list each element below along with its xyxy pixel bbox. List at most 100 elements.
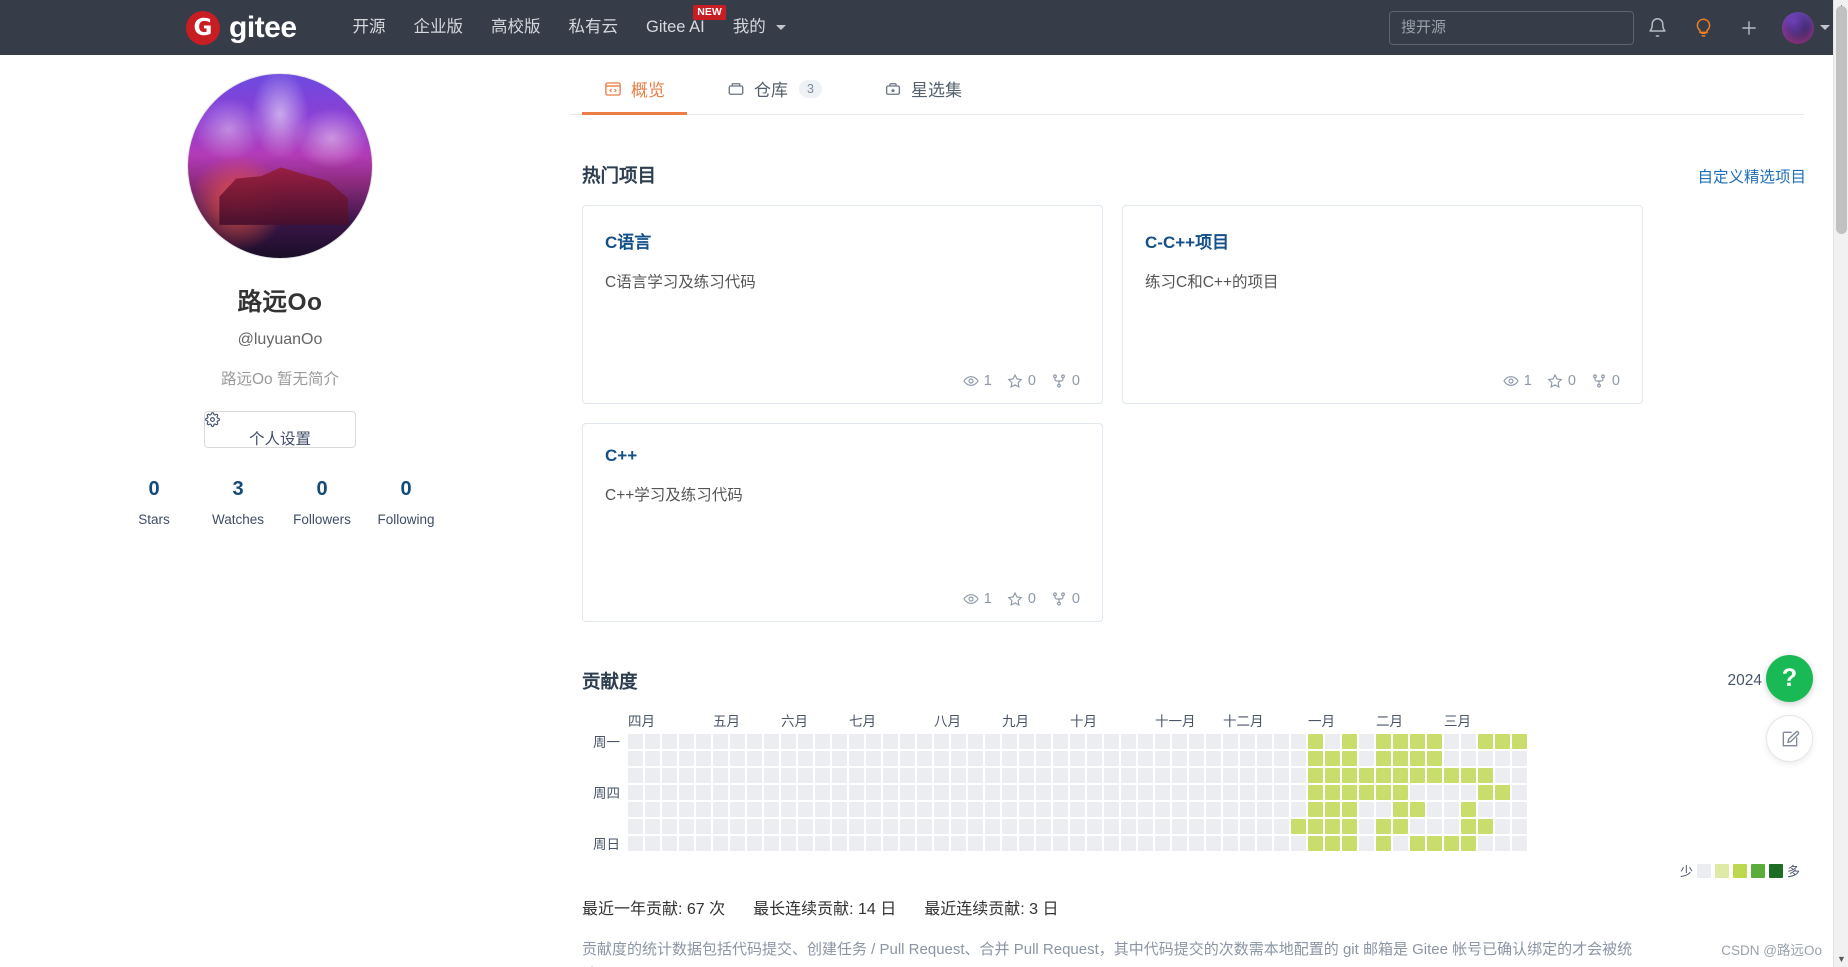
heatmap-cell[interactable] bbox=[1087, 819, 1102, 834]
heatmap-cell[interactable] bbox=[1359, 785, 1374, 800]
feedback-button[interactable] bbox=[1766, 715, 1813, 762]
nav-item-opensource[interactable]: 开源 bbox=[339, 0, 400, 55]
heatmap-cell[interactable] bbox=[1512, 819, 1527, 834]
heatmap-cell[interactable] bbox=[883, 836, 898, 851]
heatmap-cell[interactable] bbox=[1325, 734, 1340, 749]
heatmap-cell[interactable] bbox=[900, 768, 915, 783]
heatmap-cell[interactable] bbox=[1206, 768, 1221, 783]
fork-count[interactable]: 0 bbox=[1051, 373, 1080, 389]
heatmap-cell[interactable] bbox=[1121, 819, 1136, 834]
heatmap-cell[interactable] bbox=[679, 751, 694, 766]
heatmap-cell[interactable] bbox=[815, 785, 830, 800]
heatmap-cell[interactable] bbox=[1478, 751, 1493, 766]
project-name[interactable]: C语言 bbox=[605, 228, 1080, 253]
heatmap-cell[interactable] bbox=[1053, 836, 1068, 851]
heatmap-cell[interactable] bbox=[798, 819, 813, 834]
heatmap-cell[interactable] bbox=[1274, 768, 1289, 783]
heatmap-cell[interactable] bbox=[1053, 768, 1068, 783]
heatmap-cell[interactable] bbox=[1002, 734, 1017, 749]
stat-stars[interactable]: 0 Stars bbox=[112, 478, 196, 527]
heatmap-cell[interactable] bbox=[781, 734, 796, 749]
heatmap-cell[interactable] bbox=[1495, 768, 1510, 783]
heatmap-cell[interactable] bbox=[1342, 751, 1357, 766]
heatmap-cell[interactable] bbox=[951, 819, 966, 834]
heatmap-cell[interactable] bbox=[1308, 802, 1323, 817]
heatmap-cell[interactable] bbox=[1478, 734, 1493, 749]
heatmap-cell[interactable] bbox=[1274, 785, 1289, 800]
heatmap-cell[interactable] bbox=[696, 734, 711, 749]
scrollbar-thumb[interactable] bbox=[1836, 6, 1847, 234]
heatmap-cell[interactable] bbox=[1325, 768, 1340, 783]
heatmap-cell[interactable] bbox=[1104, 819, 1119, 834]
heatmap-cell[interactable] bbox=[832, 768, 847, 783]
heatmap-cell[interactable] bbox=[1376, 836, 1391, 851]
heatmap-cell[interactable] bbox=[815, 751, 830, 766]
heatmap-cell[interactable] bbox=[1376, 768, 1391, 783]
heatmap-cell[interactable] bbox=[917, 836, 932, 851]
heatmap-cell[interactable] bbox=[934, 785, 949, 800]
heatmap-cell[interactable] bbox=[1274, 836, 1289, 851]
heatmap-cell[interactable] bbox=[1189, 785, 1204, 800]
heatmap-cell[interactable] bbox=[1342, 819, 1357, 834]
heatmap-cell[interactable] bbox=[1240, 836, 1255, 851]
customize-featured-link[interactable]: 自定义精选项目 bbox=[1697, 165, 1806, 187]
tips-button[interactable] bbox=[1680, 0, 1726, 55]
heatmap-cell[interactable] bbox=[1410, 785, 1425, 800]
user-avatar-large[interactable] bbox=[187, 73, 373, 259]
heatmap-cell[interactable] bbox=[696, 785, 711, 800]
heatmap-cell[interactable] bbox=[968, 785, 983, 800]
heatmap-cell[interactable] bbox=[1512, 836, 1527, 851]
heatmap-cell[interactable] bbox=[764, 768, 779, 783]
heatmap-cell[interactable] bbox=[1223, 836, 1238, 851]
heatmap-cell[interactable] bbox=[849, 819, 864, 834]
heatmap-cell[interactable] bbox=[1291, 836, 1306, 851]
star-count[interactable]: 0 bbox=[1007, 373, 1036, 389]
heatmap-cell[interactable] bbox=[1002, 836, 1017, 851]
heatmap-cell[interactable] bbox=[1410, 802, 1425, 817]
heatmap-cell[interactable] bbox=[1189, 768, 1204, 783]
heatmap-cell[interactable] bbox=[1291, 802, 1306, 817]
heatmap-cell[interactable] bbox=[1019, 751, 1034, 766]
nav-item-gitee-ai[interactable]: Gitee AI NEW bbox=[632, 0, 726, 55]
heatmap-cell[interactable] bbox=[1325, 751, 1340, 766]
heatmap-cell[interactable] bbox=[662, 751, 677, 766]
heatmap-cell[interactable] bbox=[1512, 802, 1527, 817]
project-card[interactable]: C-C++项目 练习C和C++的项目 1 0 0 bbox=[1122, 205, 1643, 404]
heatmap-cell[interactable] bbox=[866, 785, 881, 800]
heatmap-cell[interactable] bbox=[832, 751, 847, 766]
heatmap-cell[interactable] bbox=[679, 785, 694, 800]
heatmap-cell[interactable] bbox=[764, 836, 779, 851]
heatmap-cell[interactable] bbox=[1393, 785, 1408, 800]
heatmap-cell[interactable] bbox=[679, 734, 694, 749]
heatmap-cell[interactable] bbox=[1444, 836, 1459, 851]
heatmap-cell[interactable] bbox=[815, 802, 830, 817]
heatmap-cell[interactable] bbox=[866, 819, 881, 834]
heatmap-cell[interactable] bbox=[1342, 802, 1357, 817]
heatmap-cell[interactable] bbox=[662, 819, 677, 834]
heatmap-cell[interactable] bbox=[1104, 751, 1119, 766]
heatmap-cell[interactable] bbox=[1342, 768, 1357, 783]
heatmap-cell[interactable] bbox=[1376, 802, 1391, 817]
heatmap-cell[interactable] bbox=[951, 836, 966, 851]
heatmap-cell[interactable] bbox=[1172, 836, 1187, 851]
heatmap-cell[interactable] bbox=[645, 819, 660, 834]
heatmap-cell[interactable] bbox=[900, 734, 915, 749]
heatmap-cell[interactable] bbox=[832, 836, 847, 851]
heatmap-cell[interactable] bbox=[1053, 785, 1068, 800]
heatmap-cell[interactable] bbox=[713, 836, 728, 851]
heatmap-cell[interactable] bbox=[900, 785, 915, 800]
heatmap-cell[interactable] bbox=[628, 836, 643, 851]
heatmap-cell[interactable] bbox=[1325, 802, 1340, 817]
heatmap-cell[interactable] bbox=[1478, 768, 1493, 783]
heatmap-cell[interactable] bbox=[1240, 819, 1255, 834]
gitee-logo[interactable]: G gitee bbox=[186, 10, 297, 45]
heatmap-cell[interactable] bbox=[934, 751, 949, 766]
heatmap-cell[interactable] bbox=[1121, 836, 1136, 851]
heatmap-cell[interactable] bbox=[917, 751, 932, 766]
heatmap-cell[interactable] bbox=[1189, 751, 1204, 766]
heatmap-cell[interactable] bbox=[934, 768, 949, 783]
heatmap-cell[interactable] bbox=[628, 751, 643, 766]
heatmap-cell[interactable] bbox=[1121, 734, 1136, 749]
heatmap-cell[interactable] bbox=[951, 751, 966, 766]
heatmap-cell[interactable] bbox=[1155, 802, 1170, 817]
